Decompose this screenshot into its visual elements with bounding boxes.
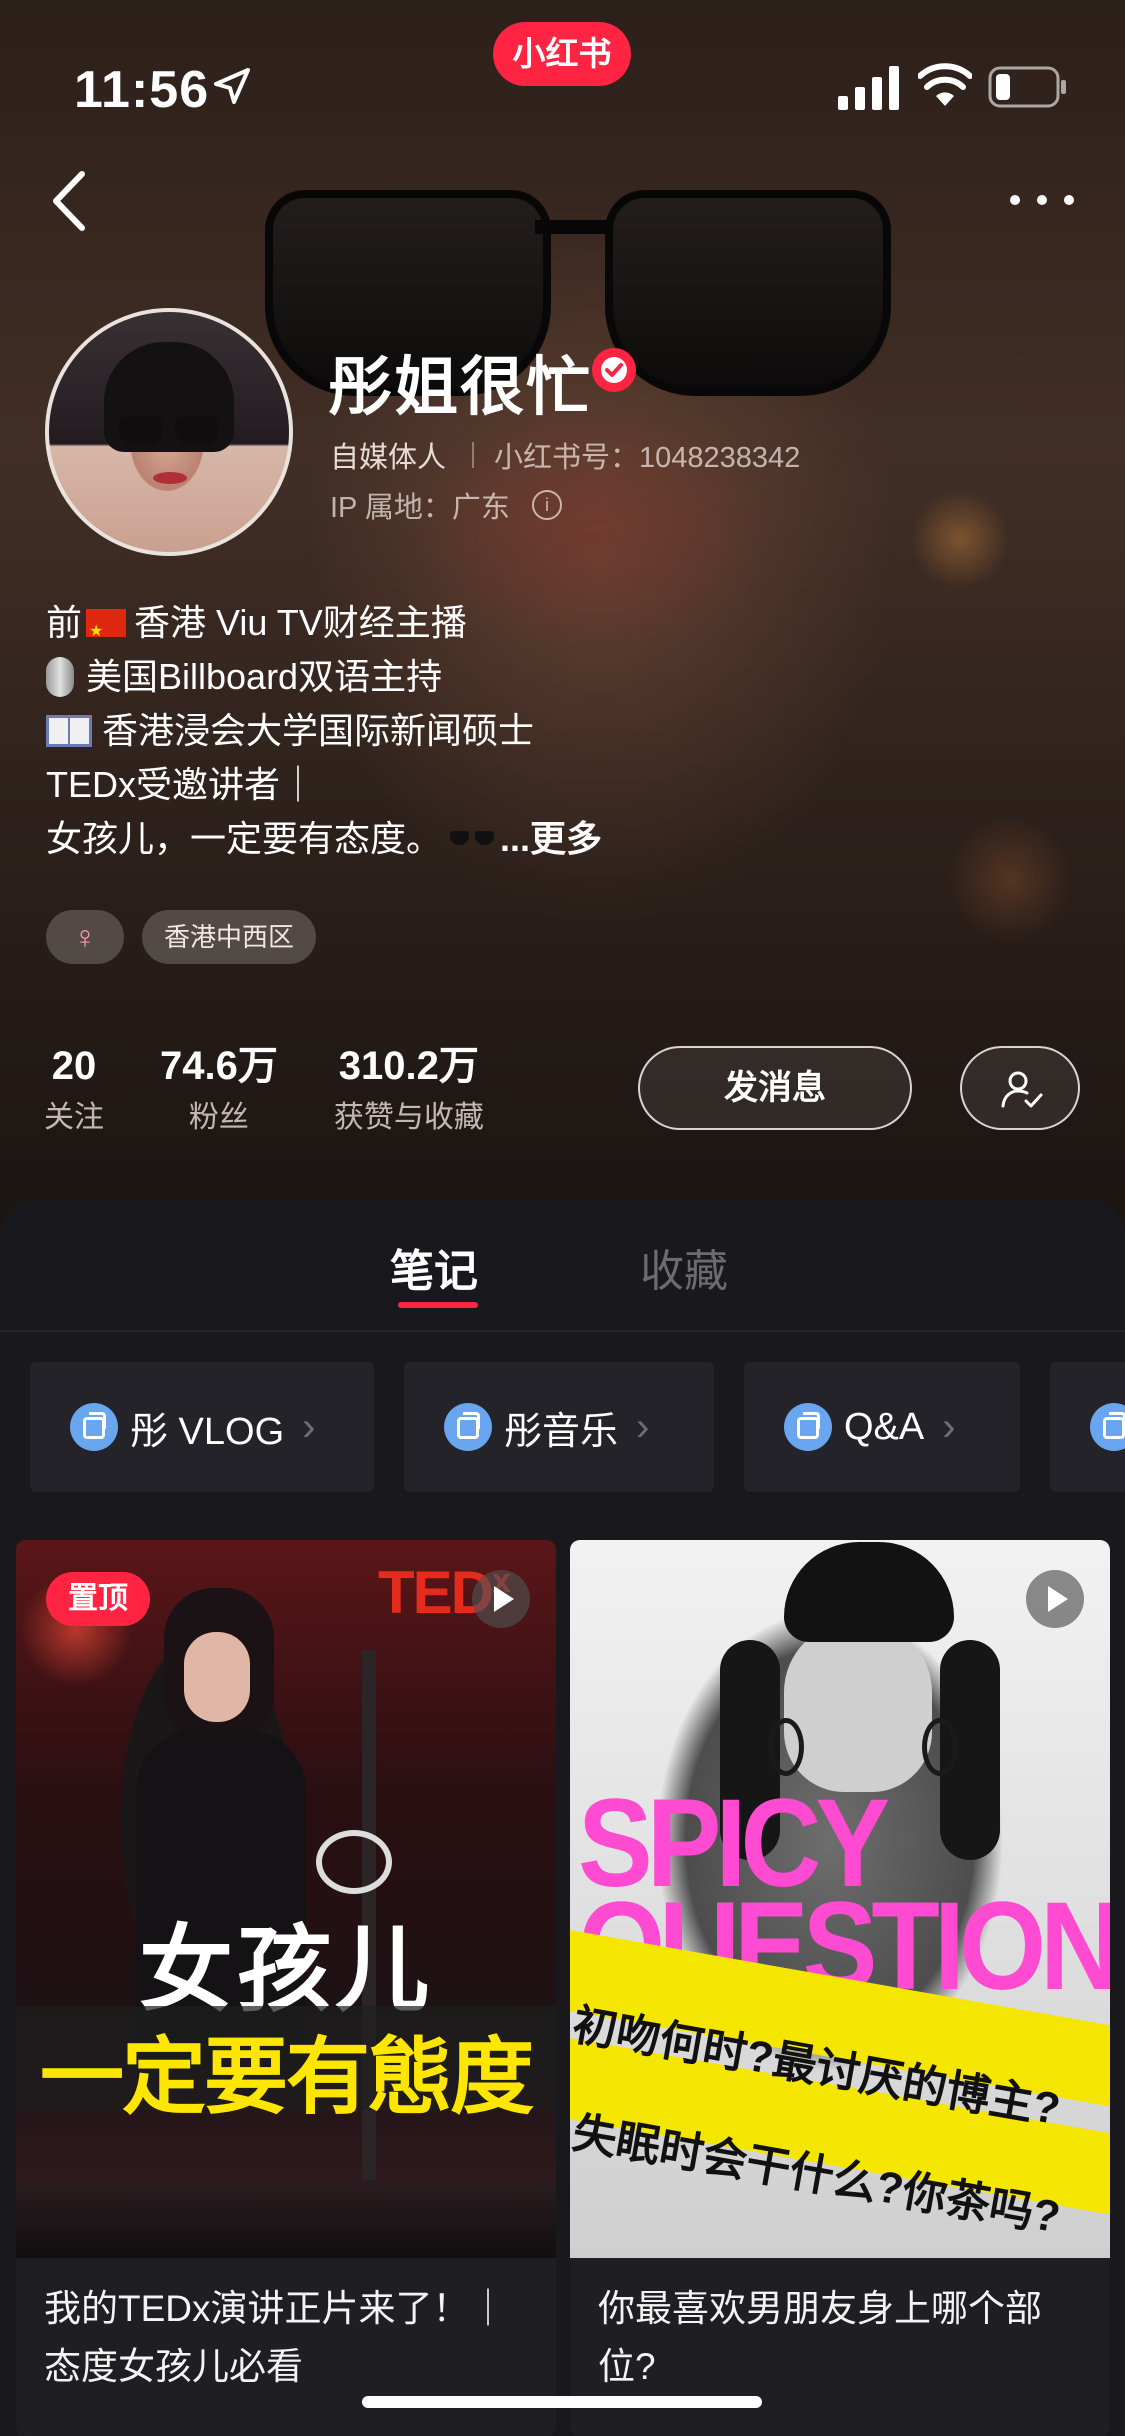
profile-tags: ♀ 香港中西区 [46,910,317,964]
stat-followers[interactable]: 74.6万 粉丝 [160,1040,278,1140]
microphone-icon [46,657,74,697]
home-indicator[interactable] [362,2396,762,2408]
album-chip[interactable] [1050,1362,1125,1492]
bio-text: 美国Billboard双语主持 [86,656,443,697]
follow-button[interactable] [960,1046,1080,1130]
sunglasses-icon [450,831,495,847]
bio-text: TEDx受邀讲者｜ [46,764,317,805]
cover-subheadline: 一定要有態度 [39,2032,534,2125]
bio-text: 香港浸会大学国际新闻硕士 [102,710,535,751]
battery-icon [988,66,1066,108]
note-card[interactable]: TEDx 女孩儿 一定要有態度 置顶 我的TEDx演讲正片来了！｜态度女孩儿必看 [16,1540,556,2436]
location-arrow-icon [214,68,250,104]
profile-name: 彤姐很忙 [328,351,592,423]
gender-tag: ♀ [46,910,124,964]
bio-text: 前 [46,602,83,643]
status-time: 11:56 [74,61,210,119]
stat-following[interactable]: 20 关注 [44,1040,104,1140]
note-card[interactable]: SPICY QUESTIONS 初吻何时?最讨厌的博主? 失眠时会干什么?你茶吗… [570,1540,1110,2436]
chevron-right-icon: › [636,1404,650,1449]
note-title: 我的TEDx演讲正片来了！｜态度女孩儿必看 [44,2288,507,2387]
bio-text: 香港 Viu TV财经主播 [134,602,467,643]
album-icon [444,1403,492,1451]
profile-screen: 11:56 小红书 彤姐很忙 自媒体人 小红书号：1048238342 IP 属… [0,0,1125,2436]
ip-location-row: IP 属地：广东 i [330,484,562,526]
stat-label: 关注 [44,1101,104,1134]
stat-label: 获赞与收藏 [333,1101,484,1134]
bio-line: 前 香港 Viu TV财经主播 [46,596,602,659]
album-chip[interactable]: Q&A › [744,1362,1020,1492]
stat-likes-collections[interactable]: 310.2万 获赞与收藏 [334,1040,484,1140]
album-icon [70,1403,118,1451]
tab-divider [0,1330,1125,1332]
location-tag[interactable]: 香港中西区 [142,910,317,964]
chevron-right-icon: › [302,1404,316,1449]
album-chip[interactable]: 彤音乐 › [404,1362,714,1492]
video-play-icon [1026,1570,1084,1628]
bio-text: 女孩儿，一定要有态度。 [46,818,443,859]
profile-role: 自媒体人 [330,442,447,474]
cellular-signal-icon [838,66,899,110]
album-title: 彤 VLOG [130,1410,285,1453]
open-book-icon [46,715,92,747]
more-options-icon[interactable] [1010,180,1074,220]
album-title: Q&A [844,1405,925,1448]
profile-stats: 20 关注 74.6万 粉丝 310.2万 获赞与收藏 [44,1040,540,1140]
verified-check-icon [592,348,636,392]
profile-bio[interactable]: 前 香港 Viu TV财经主播 美国Billboard双语主持 香港浸会大学国际… [46,596,602,866]
album-strip[interactable]: 彤 VLOG › 彤音乐 › Q&A › [30,1362,1125,1492]
stat-label: 粉丝 [188,1101,249,1134]
bio-more-link[interactable]: ...更多 [500,812,602,866]
album-icon [1090,1403,1125,1451]
stat-value: 310.2万 [338,1044,479,1088]
wifi-icon [918,63,972,106]
bio-line: TEDx受邀讲者｜ [46,758,602,812]
avatar[interactable] [45,308,293,556]
redbook-id[interactable]: 小红书号：1048238342 [494,434,800,476]
note-cover: SPICY QUESTIONS 初吻何时?最讨厌的博主? 失眠时会干什么?你茶吗… [570,1540,1110,2258]
album-title: 彤音乐 [504,1410,619,1453]
ip-location: IP 属地：广东 [330,492,510,524]
china-flag-icon [86,605,127,659]
app-badge[interactable]: 小红书 [493,22,631,86]
pinned-badge: 置顶 [46,1572,150,1626]
bio-line: 女孩儿，一定要有态度。 ...更多 [46,812,602,866]
active-tab-indicator [398,1302,478,1308]
album-icon [784,1403,832,1451]
stat-value: 74.6万 [160,1044,278,1088]
album-chip[interactable]: 彤 VLOG › [30,1362,374,1492]
stat-value: 20 [51,1044,97,1088]
note-cover: TEDx 女孩儿 一定要有態度 置顶 [16,1540,556,2258]
bio-line: 香港浸会大学国际新闻硕士 [46,704,602,758]
send-message-button[interactable]: 发消息 [638,1046,912,1130]
tab-notes[interactable]: 笔记 [390,1235,478,1299]
info-icon[interactable]: i [531,490,562,520]
user-check-icon [1001,1071,1043,1108]
video-play-icon [472,1570,530,1628]
chevron-right-icon: › [942,1404,956,1449]
profile-meta: 自媒体人 小红书号：1048238342 [330,434,800,476]
tab-collections[interactable]: 收藏 [640,1235,728,1299]
note-title: 你最喜欢男朋友身上哪个部位? [598,2288,1042,2387]
bio-line: 美国Billboard双语主持 [46,650,602,704]
back-chevron-icon[interactable] [44,166,96,236]
